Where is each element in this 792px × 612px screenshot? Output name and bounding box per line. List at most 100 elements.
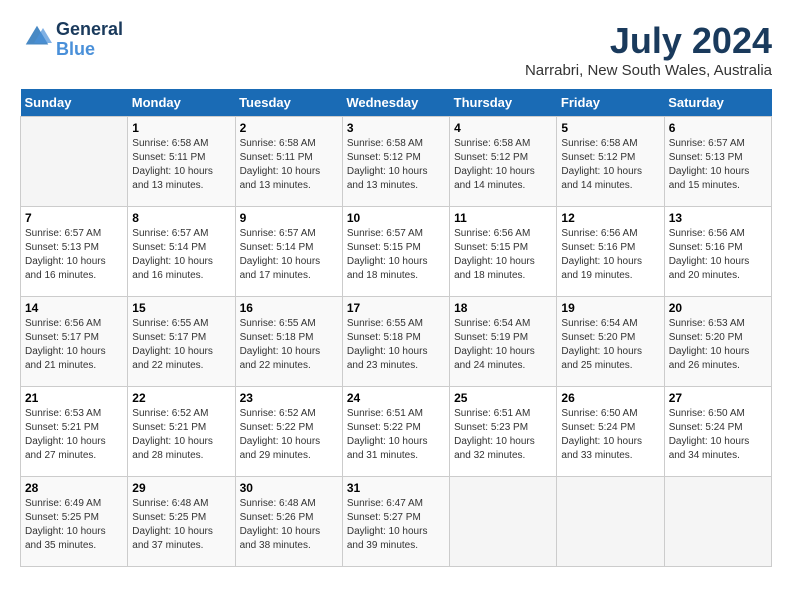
- day-info: Sunrise: 6:52 AM Sunset: 5:21 PM Dayligh…: [132, 407, 230, 463]
- day-number: 10: [347, 211, 445, 225]
- day-info: Sunrise: 6:58 AM Sunset: 5:12 PM Dayligh…: [347, 137, 445, 193]
- calendar-cell: [450, 477, 557, 567]
- day-info: Sunrise: 6:57 AM Sunset: 5:14 PM Dayligh…: [132, 227, 230, 283]
- day-header-sunday: Sunday: [21, 89, 128, 117]
- page-header: General Blue July 2024 Narrabri, New Sou…: [20, 20, 772, 79]
- day-info: Sunrise: 6:58 AM Sunset: 5:12 PM Dayligh…: [561, 137, 659, 193]
- day-number: 17: [347, 301, 445, 315]
- day-info: Sunrise: 6:55 AM Sunset: 5:17 PM Dayligh…: [132, 317, 230, 373]
- day-number: 19: [561, 301, 659, 315]
- day-number: 1: [132, 121, 230, 135]
- day-header-monday: Monday: [128, 89, 235, 117]
- day-info: Sunrise: 6:48 AM Sunset: 5:25 PM Dayligh…: [132, 497, 230, 553]
- day-number: 29: [132, 481, 230, 495]
- calendar-cell: 17 Sunrise: 6:55 AM Sunset: 5:18 PM Dayli…: [342, 297, 449, 387]
- calendar-cell: 10 Sunrise: 6:57 AM Sunset: 5:15 PM Dayli…: [342, 207, 449, 297]
- day-header-thursday: Thursday: [450, 89, 557, 117]
- day-number: 26: [561, 391, 659, 405]
- calendar-table: SundayMondayTuesdayWednesdayThursdayFrid…: [20, 89, 772, 567]
- calendar-cell: 27Sunrise: 6:50 AM Sunset: 5:24 PM Dayli…: [664, 387, 771, 477]
- calendar-cell: 26 Sunrise: 6:50 AM Sunset: 5:24 PM Dayli…: [557, 387, 664, 477]
- day-info: Sunrise: 6:50 AM Sunset: 5:24 PM Dayligh…: [561, 407, 659, 463]
- day-info: Sunrise: 6:53 AM Sunset: 5:20 PM Dayligh…: [669, 317, 767, 373]
- month-title: July 2024: [525, 20, 772, 62]
- day-number: 7: [25, 211, 123, 225]
- calendar-cell: 16 Sunrise: 6:55 AM Sunset: 5:18 PM Dayli…: [235, 297, 342, 387]
- day-info: Sunrise: 6:54 AM Sunset: 5:20 PM Dayligh…: [561, 317, 659, 373]
- day-info: Sunrise: 6:50 AM Sunset: 5:24 PM Dayligh…: [669, 407, 767, 463]
- calendar-cell: 11Sunrise: 6:56 AM Sunset: 5:15 PM Dayli…: [450, 207, 557, 297]
- day-info: Sunrise: 6:57 AM Sunset: 5:14 PM Dayligh…: [240, 227, 338, 283]
- day-number: 18: [454, 301, 552, 315]
- day-number: 5: [561, 121, 659, 135]
- calendar-week-3: 14Sunrise: 6:56 AM Sunset: 5:17 PM Dayli…: [21, 297, 772, 387]
- day-number: 9: [240, 211, 338, 225]
- calendar-cell: 24Sunrise: 6:51 AM Sunset: 5:22 PM Dayli…: [342, 387, 449, 477]
- calendar-cell: 22 Sunrise: 6:52 AM Sunset: 5:21 PM Dayli…: [128, 387, 235, 477]
- day-number: 30: [240, 481, 338, 495]
- day-number: 25: [454, 391, 552, 405]
- day-header-saturday: Saturday: [664, 89, 771, 117]
- day-info: Sunrise: 6:48 AM Sunset: 5:26 PM Dayligh…: [240, 497, 338, 553]
- day-number: 28: [25, 481, 123, 495]
- calendar-cell: 4 Sunrise: 6:58 AM Sunset: 5:12 PM Daylig…: [450, 117, 557, 207]
- day-info: Sunrise: 6:58 AM Sunset: 5:11 PM Dayligh…: [240, 137, 338, 193]
- day-number: 8: [132, 211, 230, 225]
- day-number: 15: [132, 301, 230, 315]
- calendar-cell: 2 Sunrise: 6:58 AM Sunset: 5:11 PM Daylig…: [235, 117, 342, 207]
- day-info: Sunrise: 6:56 AM Sunset: 5:16 PM Dayligh…: [669, 227, 767, 283]
- day-number: 4: [454, 121, 552, 135]
- logo: General Blue: [20, 20, 123, 60]
- day-info: Sunrise: 6:51 AM Sunset: 5:23 PM Dayligh…: [454, 407, 552, 463]
- calendar-cell: 15 Sunrise: 6:55 AM Sunset: 5:17 PM Dayli…: [128, 297, 235, 387]
- calendar-cell: 5 Sunrise: 6:58 AM Sunset: 5:12 PM Daylig…: [557, 117, 664, 207]
- calendar-cell: 28 Sunrise: 6:49 AM Sunset: 5:25 PM Dayli…: [21, 477, 128, 567]
- calendar-cell: 19 Sunrise: 6:54 AM Sunset: 5:20 PM Dayli…: [557, 297, 664, 387]
- day-info: Sunrise: 6:47 AM Sunset: 5:27 PM Dayligh…: [347, 497, 445, 553]
- day-info: Sunrise: 6:55 AM Sunset: 5:18 PM Dayligh…: [240, 317, 338, 373]
- calendar-cell: 31Sunrise: 6:47 AM Sunset: 5:27 PM Dayli…: [342, 477, 449, 567]
- calendar-cell: 8 Sunrise: 6:57 AM Sunset: 5:14 PM Daylig…: [128, 207, 235, 297]
- day-header-wednesday: Wednesday: [342, 89, 449, 117]
- calendar-cell: 14Sunrise: 6:56 AM Sunset: 5:17 PM Dayli…: [21, 297, 128, 387]
- title-area: July 2024 Narrabri, New South Wales, Aus…: [525, 20, 772, 79]
- logo-icon: [22, 22, 52, 52]
- logo-line1: General: [56, 19, 123, 39]
- day-number: 12: [561, 211, 659, 225]
- day-info: Sunrise: 6:49 AM Sunset: 5:25 PM Dayligh…: [25, 497, 123, 553]
- day-number: 2: [240, 121, 338, 135]
- calendar-cell: 9 Sunrise: 6:57 AM Sunset: 5:14 PM Daylig…: [235, 207, 342, 297]
- day-info: Sunrise: 6:52 AM Sunset: 5:22 PM Dayligh…: [240, 407, 338, 463]
- calendar-cell: 18 Sunrise: 6:54 AM Sunset: 5:19 PM Dayli…: [450, 297, 557, 387]
- day-number: 11: [454, 211, 552, 225]
- day-info: Sunrise: 6:58 AM Sunset: 5:11 PM Dayligh…: [132, 137, 230, 193]
- calendar-week-5: 28 Sunrise: 6:49 AM Sunset: 5:25 PM Dayli…: [21, 477, 772, 567]
- day-info: Sunrise: 6:57 AM Sunset: 5:13 PM Dayligh…: [669, 137, 767, 193]
- day-info: Sunrise: 6:54 AM Sunset: 5:19 PM Dayligh…: [454, 317, 552, 373]
- day-info: Sunrise: 6:53 AM Sunset: 5:21 PM Dayligh…: [25, 407, 123, 463]
- day-info: Sunrise: 6:57 AM Sunset: 5:15 PM Dayligh…: [347, 227, 445, 283]
- day-number: 22: [132, 391, 230, 405]
- day-number: 21: [25, 391, 123, 405]
- calendar-cell: 21 Sunrise: 6:53 AM Sunset: 5:21 PM Dayli…: [21, 387, 128, 477]
- day-number: 13: [669, 211, 767, 225]
- day-info: Sunrise: 6:58 AM Sunset: 5:12 PM Dayligh…: [454, 137, 552, 193]
- calendar-cell: 23Sunrise: 6:52 AM Sunset: 5:22 PM Dayli…: [235, 387, 342, 477]
- calendar-cell: 3 Sunrise: 6:58 AM Sunset: 5:12 PM Daylig…: [342, 117, 449, 207]
- calendar-cell: [557, 477, 664, 567]
- day-number: 16: [240, 301, 338, 315]
- day-number: 14: [25, 301, 123, 315]
- calendar-cell: [21, 117, 128, 207]
- calendar-week-2: 7Sunrise: 6:57 AM Sunset: 5:13 PM Daylig…: [21, 207, 772, 297]
- day-info: Sunrise: 6:55 AM Sunset: 5:18 PM Dayligh…: [347, 317, 445, 373]
- calendar-cell: 25 Sunrise: 6:51 AM Sunset: 5:23 PM Dayli…: [450, 387, 557, 477]
- calendar-cell: 7Sunrise: 6:57 AM Sunset: 5:13 PM Daylig…: [21, 207, 128, 297]
- calendar-cell: 6Sunrise: 6:57 AM Sunset: 5:13 PM Daylig…: [664, 117, 771, 207]
- calendar-cell: 13 Sunrise: 6:56 AM Sunset: 5:16 PM Dayli…: [664, 207, 771, 297]
- calendar-cell: [664, 477, 771, 567]
- day-number: 20: [669, 301, 767, 315]
- day-number: 3: [347, 121, 445, 135]
- calendar-cell: 29 Sunrise: 6:48 AM Sunset: 5:25 PM Dayli…: [128, 477, 235, 567]
- day-info: Sunrise: 6:56 AM Sunset: 5:16 PM Dayligh…: [561, 227, 659, 283]
- day-header-friday: Friday: [557, 89, 664, 117]
